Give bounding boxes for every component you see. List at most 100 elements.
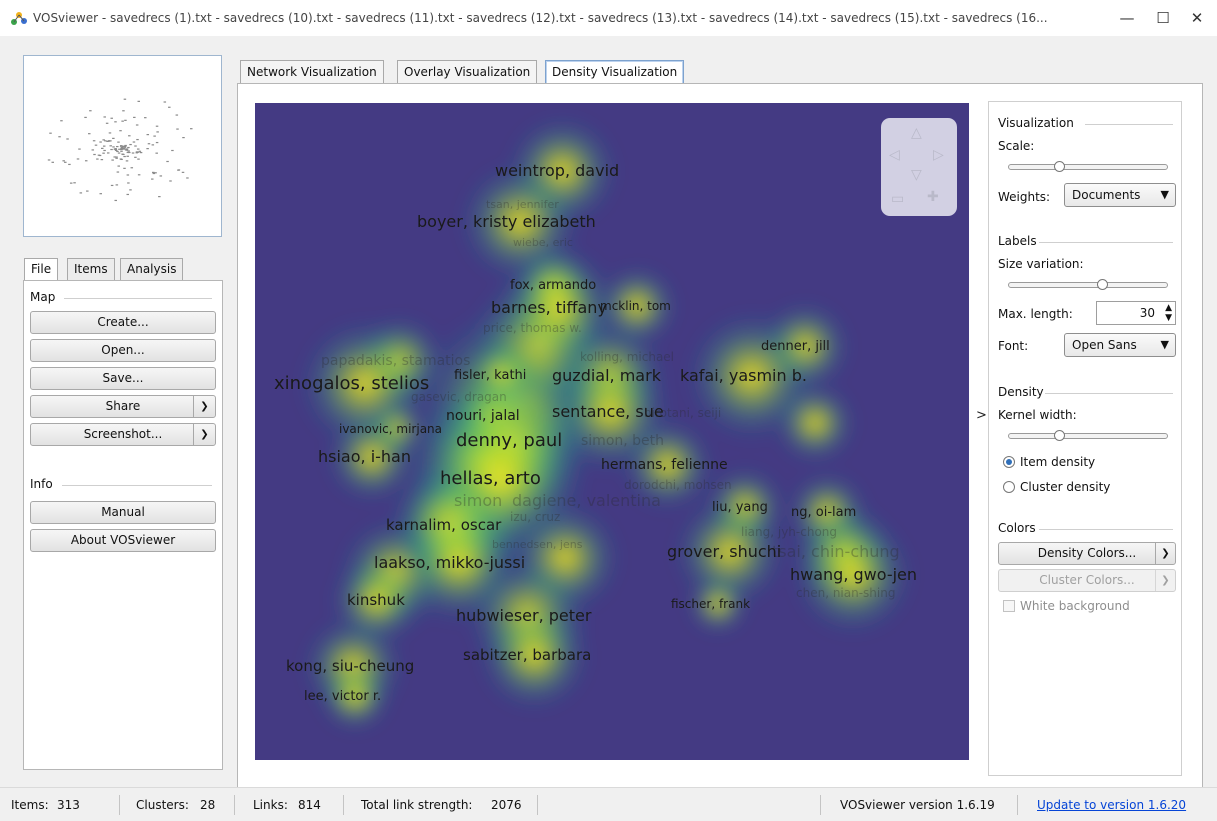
map-item-label[interactable]: tsai, chin-chung [772, 544, 900, 560]
collapse-panel-arrow-icon[interactable]: > [976, 408, 987, 423]
map-item-label[interactable]: dorodchi, mohsen [624, 479, 732, 491]
maximize-button[interactable]: ☐ [1149, 6, 1177, 30]
chevron-down-icon[interactable]: ❯ [1155, 543, 1175, 564]
map-item-label[interactable]: hirotani, seiji [644, 407, 721, 419]
overview-node [146, 148, 149, 150]
open-button[interactable]: Open... [30, 339, 216, 362]
tab-network-visualization[interactable]: Network Visualization [240, 60, 384, 84]
manual-button[interactable]: Manual [30, 501, 216, 524]
map-item-label[interactable]: karnalim, oscar [386, 518, 501, 533]
map-item-label[interactable]: sabitzer, barbara [463, 648, 591, 663]
tab-overlay-visualization[interactable]: Overlay Visualization [397, 60, 538, 84]
pan-down-icon[interactable]: ▽ [911, 168, 922, 182]
max-length-spinner[interactable]: 30 ▲ ▼ [1096, 301, 1176, 325]
save-button[interactable]: Save... [30, 367, 216, 390]
map-item-label[interactable]: papadakis, stamatios [321, 354, 470, 368]
overview-node [186, 177, 189, 179]
close-button[interactable]: ✕ [1183, 6, 1211, 30]
map-item-label[interactable]: grover, shuchi [667, 544, 781, 560]
map-item-label[interactable]: hwang, gwo-jen [790, 567, 917, 583]
map-item-label[interactable]: boyer, kristy elizabeth [417, 214, 596, 230]
tab-density-visualization[interactable]: Density Visualization [545, 60, 685, 84]
overview-node [89, 110, 92, 112]
share-button[interactable]: Share ❯ [30, 395, 216, 418]
map-item-label[interactable]: tsan, jennifer [486, 199, 559, 210]
map-item-label[interactable]: xinogalos, stelios [274, 375, 429, 393]
map-item-label[interactable]: mcklin, tom [600, 300, 671, 312]
map-item-label[interactable]: simon, beth [581, 434, 664, 448]
size-variation-slider[interactable] [1008, 279, 1168, 290]
map-item-label[interactable]: laakso, mikko-jussi [374, 555, 525, 571]
pan-left-icon[interactable]: ◁ [889, 148, 900, 162]
map-item-label[interactable]: fox, armando [510, 279, 596, 292]
overview-node [117, 165, 120, 167]
map-item-label[interactable]: ivanovic, mirjana [339, 423, 442, 435]
map-item-label[interactable]: kong, siu-cheung [286, 659, 414, 674]
zoom-out-icon[interactable]: ▭ [891, 192, 904, 206]
map-item-label[interactable]: barnes, tiffany [491, 300, 607, 316]
about-button[interactable]: About VOSviewer [30, 529, 216, 552]
item-density-radio[interactable]: Item density [1003, 455, 1095, 469]
options-panel: Visualization Scale: Weights: Documents ▼… [988, 101, 1182, 776]
map-item-label[interactable]: fischer, frank [671, 598, 750, 610]
map-item-label[interactable]: chen, nian-shing [796, 587, 895, 599]
pan-right-icon[interactable]: ▷ [933, 148, 944, 162]
zoom-in-icon[interactable]: ✚ [927, 190, 939, 204]
overview-node [166, 160, 169, 163]
tab-file[interactable]: File [24, 258, 59, 281]
map-item-label[interactable]: price, thomas w. [483, 322, 582, 334]
cluster-density-radio[interactable]: Cluster density [1003, 480, 1110, 494]
minimize-button[interactable]: — [1113, 6, 1141, 30]
create-button[interactable]: Create... [30, 311, 216, 334]
map-item-label[interactable]: liu, yang [712, 501, 768, 514]
map-item-label[interactable]: denny, paul [456, 432, 562, 450]
overview-node [102, 139, 105, 141]
slider-knob[interactable] [1097, 279, 1108, 290]
map-item-label[interactable]: wiebe, eric [513, 237, 573, 248]
spinner-arrows-icon[interactable]: ▲ ▼ [1165, 303, 1172, 323]
map-item-label[interactable]: hubwieser, peter [456, 608, 591, 624]
overview-node [49, 132, 52, 134]
map-item-label[interactable]: bennedsen, jens [492, 539, 582, 550]
map-item-label[interactable]: denner, jill [761, 340, 830, 353]
density-map[interactable]: weintrop, david tsan, jennifer boyer, kris… [255, 103, 969, 760]
overview-node [129, 143, 132, 146]
map-item-label[interactable]: simon [454, 493, 502, 509]
overview-map[interactable] [23, 55, 222, 237]
slider-knob[interactable] [1054, 430, 1065, 441]
overview-node [106, 152, 110, 154]
overview-node [110, 148, 113, 151]
tab-items[interactable]: Items [67, 258, 115, 280]
status-bar: Items: 313 Clusters: 28 Links: 814 Total… [0, 787, 1217, 821]
map-item-label[interactable]: hermans, felienne [601, 458, 728, 472]
map-item-label[interactable]: liang, jyh-chong [741, 526, 837, 538]
map-item-label[interactable]: fisler, kathi [454, 369, 526, 382]
chevron-down-icon[interactable]: ❯ [193, 396, 215, 417]
map-item-label[interactable]: kinshuk [347, 593, 405, 608]
screenshot-button[interactable]: Screenshot... ❯ [30, 423, 216, 446]
font-label: Font: [998, 339, 1029, 353]
map-item-label[interactable]: hellas, arto [440, 470, 541, 488]
map-item-label[interactable]: kolling, michael [580, 351, 674, 363]
weights-select[interactable]: Documents ▼ [1064, 183, 1176, 207]
density-colors-button[interactable]: Density Colors... ❯ [998, 542, 1176, 565]
map-item-label[interactable]: kafai, yasmin b. [680, 368, 807, 384]
map-item-label[interactable]: dagiene, valentina [512, 493, 661, 509]
pan-up-icon[interactable]: △ [911, 126, 922, 140]
map-item-label[interactable]: nouri, jalal [446, 409, 520, 423]
map-item-label[interactable]: lee, victor r. [304, 690, 381, 703]
scale-slider[interactable] [1008, 161, 1168, 172]
update-link[interactable]: Update to version 1.6.20 [1037, 798, 1186, 812]
chevron-down-icon[interactable]: ❯ [193, 424, 215, 445]
map-item-label[interactable]: hsiao, i-han [318, 449, 411, 465]
font-select[interactable]: Open Sans ▼ [1064, 333, 1176, 357]
kernel-width-slider[interactable] [1008, 430, 1168, 441]
overview-node [144, 117, 147, 119]
slider-knob[interactable] [1054, 161, 1065, 172]
tab-analysis[interactable]: Analysis [120, 258, 184, 280]
map-item-label[interactable]: ng, oi-lam [791, 506, 856, 519]
map-item-label[interactable]: gasevic, dragan [411, 391, 507, 403]
map-item-label[interactable]: weintrop, david [495, 163, 619, 179]
map-item-label[interactable]: izu, cruz [510, 511, 560, 523]
map-item-label[interactable]: guzdial, mark [552, 368, 661, 384]
